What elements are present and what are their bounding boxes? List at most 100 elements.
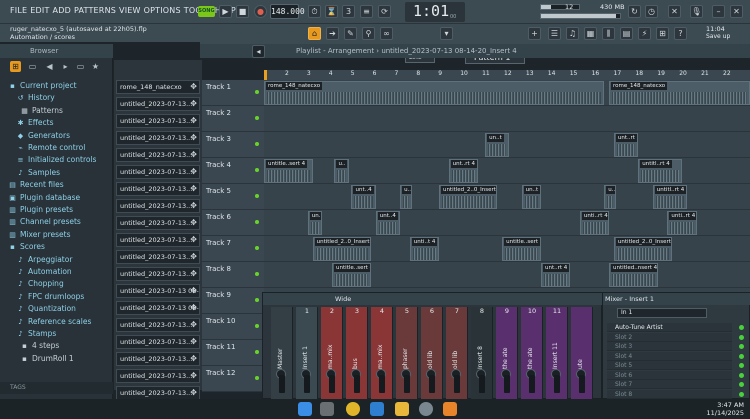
slot-enable-led[interactable] [739,391,744,397]
effect-slot[interactable]: Slot 3 [607,342,744,351]
piano-roll-button[interactable]: ♫ [566,27,579,40]
browser-item-generators[interactable]: ◆ Generators [0,130,112,142]
audio-clip[interactable]: untitl..rt 4 [652,185,687,209]
clip-source-item[interactable]: untitled_2023-07-13...✥ [116,199,200,213]
task-view-icon[interactable] [320,402,334,416]
fl-studio-icon[interactable] [443,402,457,416]
slot-enable-led[interactable] [739,353,744,359]
stop-button[interactable]: ■ [236,5,249,18]
audio-clip[interactable]: untitled_2..0_Insert 4 [438,185,498,209]
audio-clip[interactable]: u.. [334,159,350,183]
add-clip-icon[interactable]: ✥ [190,353,197,365]
menu-item-add[interactable]: ADD [53,6,71,15]
menu-item-patterns[interactable]: PATTERNS [74,6,116,15]
clip-source-item[interactable]: untitled_2023-07-13...✥ [116,216,200,230]
effect-slot[interactable]: Slot 6 [607,370,744,380]
track-mute-led[interactable] [255,116,259,120]
browser-star-button[interactable]: ★ [90,61,101,72]
track-mute-led[interactable] [255,272,259,276]
help-button[interactable]: ? [674,27,687,40]
audio-clip[interactable]: unt..4 [351,185,376,209]
clock-button[interactable]: ◷ [645,5,658,18]
track-header[interactable]: Track 10 [202,314,264,340]
effect-slot[interactable]: Auto-Tune Artist [607,323,744,332]
loop-record-button[interactable]: ⟳ [378,5,391,18]
effect-slot[interactable]: Slot 4 [607,351,744,361]
browser-item-4-steps[interactable]: ▪ 4 steps [0,340,112,352]
arrow-button[interactable]: ➔ [326,27,339,40]
volume-fader[interactable] [504,375,510,393]
slot-enable-led[interactable] [739,344,744,349]
audio-clip[interactable]: un..t [521,185,542,209]
browser-item-drumroll-1[interactable]: ▪ DrumRoll 1 [0,353,112,365]
browser-item-samples[interactable]: ♪ Samples [0,167,112,179]
clip-source-item[interactable]: untitled_2023-07-13...✥ [116,165,200,179]
track-header[interactable]: Track 5 [202,184,264,210]
plugin-picker-button[interactable]: ⚡ [638,27,651,40]
track-lane[interactable]: untitled_2..0_Insert 4 unti..t 4 untitle..… [264,236,750,262]
track-lane[interactable]: unt..4 u.. untitled_2..0_Insert 4 un..t u.. u… [264,184,750,210]
metronome-button[interactable]: ⏱ [308,5,321,18]
slot-enable-led[interactable] [739,382,744,387]
audio-clip[interactable]: un..t [485,133,510,157]
clip-source-item[interactable]: untitled_2023-07-13...✥ [116,148,200,162]
menu-item-options[interactable]: OPTIONS [144,6,181,15]
add-clip-icon[interactable]: ✥ [190,200,197,212]
add-clip-icon[interactable]: ✥ [190,149,197,161]
track-header[interactable]: Track 4 [202,158,264,184]
mixer-strip[interactable]: 9 the ate [496,307,518,399]
track-lane[interactable] [264,106,750,132]
minimize-button[interactable]: – [712,5,725,18]
settings-icon[interactable] [419,402,433,416]
countdown-button[interactable]: 3 [342,5,355,18]
mixer-strip[interactable]: 2 ma..mix [321,307,343,399]
brush-button[interactable]: ⚲ [362,27,375,40]
volume-fader[interactable] [379,375,385,393]
browser-item-channel-presets[interactable]: ▥ Channel presets [0,216,112,228]
clip-source-item[interactable]: untitled_2023-07-13...✥ [116,386,200,400]
mixer-strip[interactable]: 11 Insert 11 [546,307,568,399]
mixer-strip[interactable]: ute [571,307,593,399]
add-clip-icon[interactable]: ✥ [190,183,197,195]
clip-source-item[interactable]: untitled_2023-07-13...✥ [116,335,200,349]
audio-clip[interactable]: u.. [604,185,617,209]
audio-clip[interactable]: unti..rt 4 [579,211,610,235]
audio-clip[interactable]: untitled..nsert 4 [609,263,658,287]
mixer-view-label[interactable]: Wide [335,293,351,305]
track-header[interactable]: Track 9 [202,288,264,314]
volume-fader[interactable] [454,375,460,393]
snap-magnet-button[interactable]: ⌂ [308,27,321,40]
audio-clip[interactable]: untitle..sert 4 [264,159,313,183]
play-button[interactable]: ▶ [219,5,232,18]
browser-item-history[interactable]: ↺ History [0,92,112,104]
file-explorer-icon[interactable] [395,402,409,416]
mixer-strip[interactable]: 6 old lib [421,307,443,399]
volume-fader[interactable] [329,375,335,393]
clip-source-item[interactable]: untitled_2023-07-13...✥ [116,267,200,281]
track-lane[interactable]: untitle..sert 4 unt..rt 4 untitled..nsert … [264,262,750,288]
timeline-ruler[interactable]: 2 3 4 5 6 7 8 9 10 11 12 13 14 15 16 17 18 19 20 21 22 [264,70,750,80]
menu-item-view[interactable]: VIEW [119,6,141,15]
tags-bar[interactable]: TAGS [0,382,113,394]
wait-input-button[interactable]: ⌛ [325,5,338,18]
browser-item-initialized-controls[interactable]: ≡ Initialized controls [0,154,112,166]
audio-clip[interactable]: untitled_2..0_Insert 4 [312,237,371,261]
volume-fader[interactable] [404,375,410,393]
track-header[interactable]: Track 12 [202,366,264,392]
mixer-strip[interactable]: 3 bus [346,307,368,399]
tempo-display[interactable]: 148.000 [270,4,305,19]
browser-item-patterns[interactable]: ▦ Patterns [0,105,112,117]
browser-item-plugin-presets[interactable]: ▥ Plugin presets [0,204,112,216]
browser-item-mixer-presets[interactable]: ▥ Mixer presets [0,229,112,241]
browser-folder-tab[interactable]: ▭ [27,61,38,72]
track-lane[interactable]: un.. unt..4 unti..rt 4 unti..rt 4 [264,210,750,236]
add-clip-icon[interactable]: ✥ [190,387,197,399]
browser-back-button[interactable]: ◀ [44,61,55,72]
blend-recording-button[interactable]: ≡ [360,5,373,18]
clip-source-item[interactable]: untitled_2023-07-13...✥ [116,131,200,145]
link-button[interactable]: ∞ [380,27,393,40]
track-mute-led[interactable] [255,220,259,224]
browser-item-plugin-database[interactable]: ▣ Plugin database [0,192,112,204]
browser-item-reference-scales[interactable]: ♪ Reference scales [0,316,112,328]
start-icon[interactable] [298,402,312,416]
